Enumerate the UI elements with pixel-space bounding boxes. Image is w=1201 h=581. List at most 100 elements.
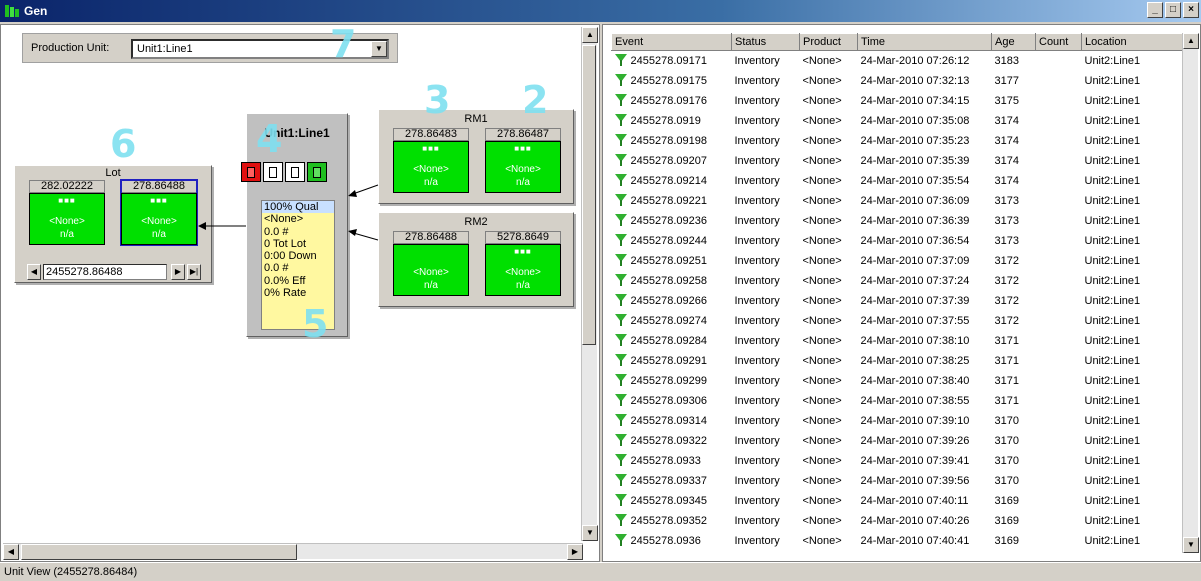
table-row[interactable]: 2455278.09284 Inventory <None> 24-Mar-2010 … — [612, 331, 1184, 351]
cell-age: 3169 — [994, 534, 1019, 547]
cell-time: 24-Mar-2010 07:36:54 — [860, 234, 970, 247]
table-row[interactable]: 2455278.09176 Inventory <None> 24-Mar-2010 … — [612, 91, 1184, 111]
table-row[interactable]: 2455278.09198 Inventory <None> 24-Mar-2010 … — [612, 131, 1184, 151]
table-row[interactable]: 2455278.09171 Inventory <None> 24-Mar-2010 … — [612, 51, 1184, 71]
table-row[interactable]: 2455278.09214 Inventory <None> 24-Mar-2010 … — [612, 171, 1184, 191]
cell-age: 3171 — [994, 394, 1019, 407]
cell-event: 2455278.09221 — [612, 191, 732, 211]
annotation-5: 5 — [302, 302, 329, 346]
cell-age: 3174 — [994, 174, 1019, 187]
cell-count — [1036, 511, 1082, 531]
cell-time: 24-Mar-2010 07:37:39 — [860, 294, 970, 307]
cell-age: 3183 — [994, 54, 1019, 67]
event-id: 2455278.09345 — [630, 495, 707, 507]
table-row[interactable]: 2455278.09274 Inventory <None> 24-Mar-2010 … — [612, 311, 1184, 331]
event-id: 2455278.09258 — [630, 275, 707, 287]
cell-product: <None> — [802, 154, 842, 167]
cell-product: <None> — [802, 454, 842, 467]
cell-count — [1036, 451, 1082, 471]
cell-count — [1036, 271, 1082, 291]
event-id: 2455278.09291 — [630, 355, 707, 367]
column-header-location[interactable]: Location — [1081, 33, 1184, 51]
cell-age: 3172 — [994, 294, 1019, 307]
cell-status: Inventory — [734, 274, 780, 287]
table-row[interactable]: 2455278.09175 Inventory <None> 24-Mar-2010 … — [612, 71, 1184, 91]
cell-location: Unit2:Line1 — [1084, 454, 1141, 467]
cell-age: 3175 — [994, 94, 1019, 107]
green-flag-icon — [614, 454, 627, 466]
cell-product: <None> — [802, 434, 842, 447]
cell-time: 24-Mar-2010 07:36:09 — [860, 194, 970, 207]
column-header-time[interactable]: Time — [857, 33, 992, 51]
table-row[interactable]: 2455278.09207 Inventory <None> 24-Mar-2010 … — [612, 151, 1184, 171]
table-row[interactable]: 2455278.09314 Inventory <None> 24-Mar-2010 … — [612, 411, 1184, 431]
cell-product: <None> — [802, 334, 842, 347]
column-header-count[interactable]: Count — [1035, 33, 1082, 51]
cell-product: <None> — [802, 494, 842, 507]
cell-location: Unit2:Line1 — [1084, 94, 1141, 107]
cell-time: 24-Mar-2010 07:35:08 — [860, 114, 970, 127]
table-row[interactable]: 2455278.09352 Inventory <None> 24-Mar-2010 … — [612, 511, 1184, 531]
cell-time: 24-Mar-2010 07:26:12 — [860, 54, 970, 67]
table-row[interactable]: 2455278.0936 Inventory <None> 24-Mar-2010 0… — [612, 531, 1184, 551]
table-row[interactable]: 2455278.09221 Inventory <None> 24-Mar-2010 … — [612, 191, 1184, 211]
green-flag-icon — [614, 534, 627, 546]
scroll-down-icon[interactable]: ▼ — [1183, 537, 1199, 553]
table-row[interactable]: 2455278.09322 Inventory <None> 24-Mar-2010 … — [612, 431, 1184, 451]
cell-status: Inventory — [734, 354, 780, 367]
vertical-scrollbar-right[interactable]: ▲ ▼ — [1182, 33, 1199, 553]
scroll-up-icon[interactable]: ▲ — [1183, 33, 1199, 49]
table-row[interactable]: 2455278.09258 Inventory <None> 24-Mar-2010 … — [612, 271, 1184, 291]
table-row[interactable]: 2455278.09299 Inventory <None> 24-Mar-2010 … — [612, 371, 1184, 391]
cell-status: Inventory — [734, 394, 780, 407]
table-row[interactable]: 2455278.09306 Inventory <None> 24-Mar-2010 … — [612, 391, 1184, 411]
table-row[interactable]: 2455278.09236 Inventory <None> 24-Mar-2010 … — [612, 211, 1184, 231]
cell-status: Inventory — [734, 294, 780, 307]
cell-location: Unit2:Line1 — [1084, 194, 1141, 207]
event-id: 2455278.0919 — [630, 115, 701, 127]
cell-product: <None> — [802, 54, 842, 67]
cell-age: 3171 — [994, 374, 1019, 387]
column-header-status[interactable]: Status — [731, 33, 800, 51]
cell-age: 3174 — [994, 134, 1019, 147]
cell-product: <None> — [802, 114, 842, 127]
green-flag-icon — [614, 154, 627, 166]
cell-status: Inventory — [734, 174, 780, 187]
cell-event: 2455278.09171 — [612, 51, 732, 71]
cell-time: 24-Mar-2010 07:39:41 — [860, 454, 970, 467]
table-row[interactable]: 2455278.09251 Inventory <None> 24-Mar-2010 … — [612, 251, 1184, 271]
cell-time: 24-Mar-2010 07:40:41 — [860, 534, 970, 547]
cell-age: 3170 — [994, 454, 1019, 467]
table-row[interactable]: 2455278.09345 Inventory <None> 24-Mar-2010 … — [612, 491, 1184, 511]
events-pane: Event Status Product Time Age Count Location 2… — [602, 24, 1201, 562]
cell-event: 2455278.09291 — [612, 351, 732, 371]
cell-event: 2455278.0933 — [612, 451, 732, 471]
event-id: 2455278.09236 — [630, 215, 707, 227]
cell-event: 2455278.09214 — [612, 171, 732, 191]
column-header-product[interactable]: Product — [799, 33, 858, 51]
event-id: 2455278.09352 — [630, 515, 707, 527]
table-row[interactable]: 2455278.09337 Inventory <None> 24-Mar-2010 … — [612, 471, 1184, 491]
maximize-button[interactable]: □ — [1165, 2, 1181, 18]
column-header-age[interactable]: Age — [991, 33, 1036, 51]
cell-status: Inventory — [734, 454, 780, 467]
cell-count — [1036, 431, 1082, 451]
cell-location: Unit2:Line1 — [1084, 474, 1141, 487]
cell-status: Inventory — [734, 74, 780, 87]
table-row[interactable]: 2455278.09291 Inventory <None> 24-Mar-2010 … — [612, 351, 1184, 371]
table-row[interactable]: 2455278.0919 Inventory <None> 24-Mar-2010 0… — [612, 111, 1184, 131]
green-flag-icon — [614, 314, 627, 326]
close-button[interactable]: × — [1183, 2, 1199, 18]
cell-event: 2455278.09266 — [612, 291, 732, 311]
column-header-event[interactable]: Event — [611, 33, 732, 51]
cell-location: Unit2:Line1 — [1084, 394, 1141, 407]
table-row[interactable]: 2455278.09244 Inventory <None> 24-Mar-2010 … — [612, 231, 1184, 251]
cell-location: Unit2:Line1 — [1084, 134, 1141, 147]
cell-event: 2455278.09236 — [612, 211, 732, 231]
table-row[interactable]: 2455278.09266 Inventory <None> 24-Mar-2010 … — [612, 291, 1184, 311]
cell-product: <None> — [802, 414, 842, 427]
cell-event: 2455278.09258 — [612, 271, 732, 291]
minimize-button[interactable]: _ — [1147, 2, 1163, 18]
cell-age: 3174 — [994, 114, 1019, 127]
table-row[interactable]: 2455278.0933 Inventory <None> 24-Mar-2010 0… — [612, 451, 1184, 471]
